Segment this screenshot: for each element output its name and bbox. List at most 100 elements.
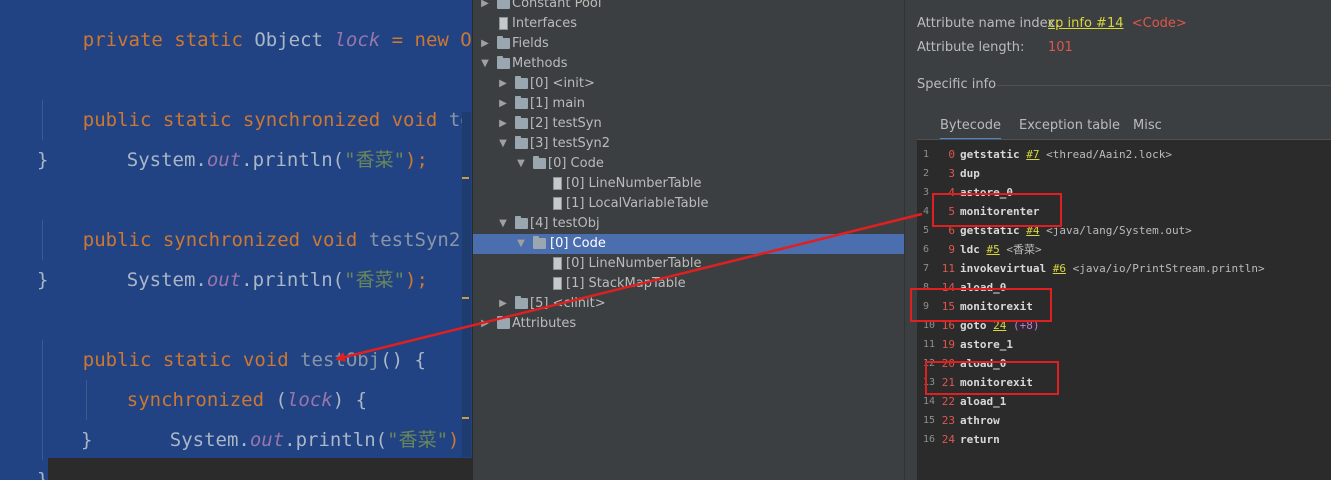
highlight-box-monitorexit-2 bbox=[925, 361, 1059, 395]
tree-item[interactable]: Interfaces bbox=[473, 14, 905, 34]
editor-bottom-strip bbox=[48, 458, 472, 480]
tab-misc[interactable]: Misc bbox=[1133, 114, 1162, 138]
bytecode-operand-link[interactable]: #6 bbox=[1053, 262, 1066, 275]
bytecode-line-number: 2 bbox=[923, 168, 930, 179]
bytecode-instruction: invokevirtual #6 <java/io/PrintStream.pr… bbox=[960, 259, 1265, 278]
bytecode-comment: <thread/Aain2.lock> bbox=[1046, 148, 1172, 161]
tree-item[interactable]: ▼ [3] testSyn2 bbox=[473, 134, 905, 154]
expand-down-icon[interactable]: ▼ bbox=[479, 54, 491, 74]
bytecode-instruction: athrow bbox=[960, 411, 1000, 430]
tree-item-label: [0] LineNumberTable bbox=[566, 176, 702, 191]
bytecode-opcode: aload_1 bbox=[960, 395, 1007, 408]
change-marker bbox=[462, 177, 469, 179]
tree-item-label: [5] <clinit> bbox=[530, 296, 606, 311]
tree-item-label: [0] LineNumberTable bbox=[566, 256, 702, 271]
bytecode-opcode: dup bbox=[960, 167, 980, 180]
bytecode-line-number: 7 bbox=[923, 263, 930, 274]
expand-right-icon[interactable]: ▶ bbox=[479, 0, 491, 14]
tree-item[interactable]: ▼ [0] Code bbox=[473, 234, 905, 254]
bytecode-offset: 9 bbox=[948, 243, 955, 256]
bytecode-operand-link[interactable]: #7 bbox=[1026, 148, 1039, 161]
code-editor[interactable]: private static Object lock = new Object … bbox=[0, 0, 472, 480]
bytecode-offset: 0 bbox=[948, 148, 955, 161]
expand-right-icon[interactable]: ▶ bbox=[497, 74, 509, 94]
attribute-info-panel: Attribute name index: cp info #14 <Code>… bbox=[904, 0, 1331, 480]
bytecode-operand-link[interactable]: #5 bbox=[987, 243, 1000, 256]
code-text: .println( bbox=[241, 149, 345, 171]
tab-exception-table[interactable]: Exception table bbox=[1019, 114, 1120, 138]
bytecode-opcode: getstatic bbox=[960, 148, 1020, 161]
tree-item[interactable]: ▼ Methods bbox=[473, 54, 905, 74]
attribute-name-index-value: cp info #14 <Code> bbox=[1048, 16, 1187, 31]
expand-right-icon[interactable]: ▶ bbox=[497, 294, 509, 314]
code-keyword: private static bbox=[82, 29, 255, 51]
tree-item[interactable]: [0] LineNumberTable bbox=[473, 174, 905, 194]
tree-item-label: [3] testSyn2 bbox=[530, 136, 610, 151]
expand-right-icon[interactable]: ▶ bbox=[497, 94, 509, 114]
bytecode-line-number: 16 bbox=[923, 434, 936, 445]
code-text: System. bbox=[126, 269, 207, 291]
bytecode-opcode: ldc bbox=[960, 243, 980, 256]
cp-info-link[interactable]: cp info #14 bbox=[1048, 16, 1123, 31]
code-field: lock bbox=[334, 29, 381, 51]
bytecode-line-number: 11 bbox=[923, 339, 936, 350]
tree-item[interactable]: [1] StackMapTable bbox=[473, 274, 905, 294]
expand-right-icon[interactable]: ▶ bbox=[497, 114, 509, 134]
folder-icon bbox=[515, 76, 528, 89]
folder-icon bbox=[497, 56, 510, 69]
tree-item[interactable]: ▼ [4] testObj bbox=[473, 214, 905, 234]
expand-down-icon[interactable]: ▼ bbox=[515, 154, 527, 174]
expand-right-icon[interactable]: ▶ bbox=[479, 34, 491, 54]
bytecode-line-number: 6 bbox=[923, 244, 930, 255]
tree-item[interactable]: ▶ [0] <init> bbox=[473, 74, 905, 94]
class-structure-tree[interactable]: ▶ Constant Pool Interfaces ▶ Fields ▼ Methods ▶… bbox=[472, 0, 905, 480]
tree-item[interactable]: ▶ Constant Pool bbox=[473, 0, 905, 14]
tree-item-label: [2] testSyn bbox=[530, 116, 602, 131]
tree-item-label: Methods bbox=[512, 56, 568, 71]
tree-item-label: [1] StackMapTable bbox=[566, 276, 686, 291]
tree-item-label: Attributes bbox=[512, 316, 577, 331]
attribute-name-index-label: Attribute name index: bbox=[917, 16, 1060, 31]
expand-down-icon[interactable]: ▼ bbox=[497, 214, 509, 234]
tree-item[interactable]: ▶ Fields bbox=[473, 34, 905, 54]
change-marker bbox=[462, 297, 469, 299]
tab-bytecode[interactable]: Bytecode bbox=[940, 114, 1002, 141]
code-field: out bbox=[206, 269, 242, 291]
tree-item[interactable]: [1] LocalVariableTable bbox=[473, 194, 905, 214]
tree-item[interactable]: ▶ [2] testSyn bbox=[473, 114, 905, 134]
file-icon bbox=[553, 177, 562, 190]
code-line-lock-field: private static Object lock = new Object bbox=[37, 0, 472, 51]
folder-icon bbox=[497, 36, 510, 49]
tree-item-label: Interfaces bbox=[512, 16, 577, 31]
file-icon bbox=[553, 277, 562, 290]
code-text: System. bbox=[126, 149, 207, 171]
bytecode-instruction: astore_1 bbox=[960, 335, 1013, 354]
code-field: out bbox=[249, 429, 285, 451]
tree-item[interactable]: ▶ [1] main bbox=[473, 94, 905, 114]
attribute-name-code: <Code> bbox=[1131, 16, 1187, 31]
bytecode-instruction: getstatic #7 <thread/Aain2.lock> bbox=[960, 145, 1172, 164]
expand-right-icon[interactable]: ▶ bbox=[479, 314, 491, 334]
code-line-close-brace: } bbox=[37, 269, 49, 291]
tree-item[interactable]: ▶ Attributes bbox=[473, 314, 905, 334]
bytecode-instruction: return bbox=[960, 430, 1000, 449]
tree-item[interactable]: [0] LineNumberTable bbox=[473, 254, 905, 274]
tree-item[interactable]: ▶ [5] <clinit> bbox=[473, 294, 905, 314]
change-marker bbox=[462, 417, 469, 419]
code-text: .println( bbox=[241, 269, 345, 291]
folder-icon bbox=[497, 316, 510, 329]
scrollbar-track[interactable] bbox=[462, 112, 471, 457]
code-line-testobj-decl: public static void testObj() { bbox=[37, 300, 426, 371]
tree-item[interactable]: ▼ [0] Code bbox=[473, 154, 905, 174]
tree-item-label: [0] Code bbox=[548, 156, 604, 171]
folder-icon bbox=[533, 236, 546, 249]
bytecode-offset: 3 bbox=[948, 167, 955, 180]
tree-item-label: [1] LocalVariableTable bbox=[566, 196, 709, 211]
bytecode-opcode: astore_1 bbox=[960, 338, 1013, 351]
expand-down-icon[interactable]: ▼ bbox=[515, 234, 527, 254]
code-line-testsyn2-decl: public synchronized void testSyn2() { bbox=[37, 180, 472, 251]
highlight-box-monitorexit-1 bbox=[910, 288, 1052, 322]
expand-down-icon[interactable]: ▼ bbox=[497, 134, 509, 154]
folder-icon bbox=[515, 136, 528, 149]
tree-item-label: [0] Code bbox=[548, 234, 608, 254]
